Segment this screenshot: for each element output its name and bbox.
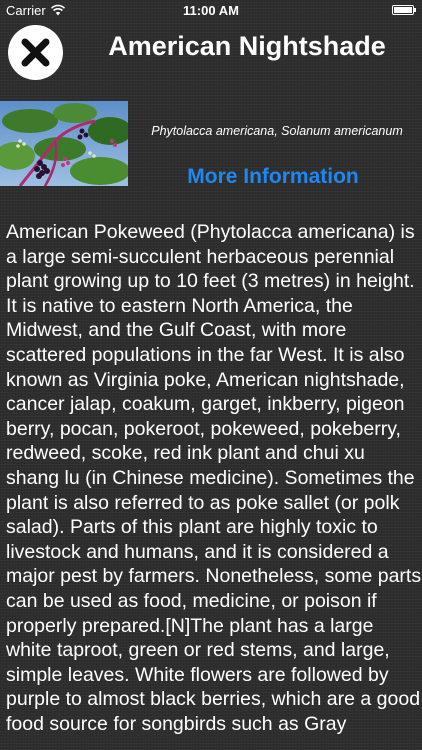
page-title: American Nightshade xyxy=(108,31,386,61)
plant-description: American Pokeweed (Phytolacca americana)… xyxy=(6,221,422,735)
battery-icon xyxy=(392,5,416,15)
more-information-link[interactable]: More Information xyxy=(134,165,412,189)
status-bar: Carrier 11:00 AM xyxy=(0,0,422,22)
plant-photo xyxy=(0,101,128,186)
status-time: 11:00 AM xyxy=(183,3,239,18)
close-icon xyxy=(21,38,50,67)
scientific-names: Phytolacca americana, Solanum americanum xyxy=(151,124,403,138)
close-button[interactable] xyxy=(8,25,63,80)
